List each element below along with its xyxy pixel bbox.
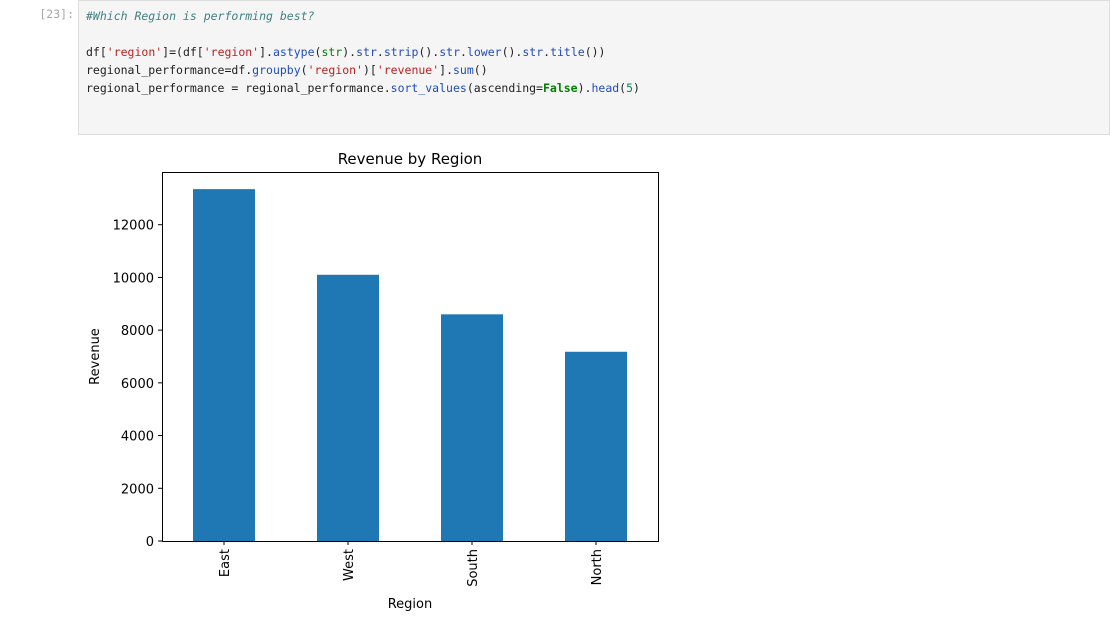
y-tick-label: 12000: [113, 219, 154, 234]
x-tick-label: North: [590, 549, 605, 585]
code-token: str: [522, 45, 544, 59]
code-token: ].: [259, 45, 273, 59]
bar-north: [565, 351, 627, 541]
code-token: (): [473, 63, 488, 77]
code-token: df[: [86, 45, 107, 59]
code-token: str: [321, 45, 343, 59]
code-token: False: [542, 81, 578, 95]
code-token: 'region': [203, 45, 260, 59]
code-token: .: [376, 45, 384, 59]
code-token: str: [356, 45, 377, 59]
code-token: (ascending=: [466, 81, 543, 95]
code-token: sum: [453, 63, 474, 77]
cell-output: Revenue by Region 0 2000 4000 6000 8000 10000…: [78, 140, 1110, 627]
chart-title: Revenue by Region: [338, 150, 483, 168]
code-line-2: regional_performance=df.groupby('region'…: [86, 61, 640, 79]
code-token: (: [300, 63, 308, 77]
code-token: 'region': [106, 45, 163, 59]
code-line-3: regional_performance = regional_performa…: [86, 79, 640, 97]
code-token: sort_values: [390, 81, 467, 95]
cell-execution-count: [23]:: [39, 7, 74, 21]
y-tick-label: 6000: [121, 377, 154, 392]
code-token: title: [550, 45, 585, 59]
chart-bars: [193, 189, 627, 541]
code-token: lower: [466, 45, 502, 59]
bar-east: [193, 189, 255, 541]
code-token: ): [633, 81, 640, 95]
y-tick-label: 10000: [113, 271, 154, 286]
code-comment: #Which Region is performing best?: [86, 9, 315, 23]
bar-chart: Revenue by Region 0 2000 4000 6000 8000 10000…: [88, 150, 659, 612]
code-token: ().: [418, 45, 440, 59]
y-tick-label: 8000: [121, 324, 154, 339]
code-token: ).: [577, 81, 592, 95]
code-token: )[: [362, 63, 377, 77]
y-tick-label: 4000: [121, 430, 154, 445]
x-tick-label: South: [466, 549, 481, 587]
y-tick-label: 2000: [121, 482, 154, 497]
code-line-comment: #Which Region is performing best?: [86, 7, 640, 25]
x-axis: East West South North: [218, 541, 605, 587]
code-cell-input[interactable]: #Which Region is performing best? df['re…: [78, 0, 1110, 135]
code-line-1: df['region']=(df['region'].astype(str).s…: [86, 43, 640, 61]
y-tick-label: 0: [146, 535, 154, 550]
code-token: ()): [584, 45, 606, 59]
y-axis-label: Revenue: [88, 328, 103, 385]
code-editor[interactable]: #Which Region is performing best? df['re…: [86, 7, 640, 97]
code-token: strip: [383, 45, 419, 59]
bar-west: [317, 274, 379, 541]
code-token: str: [439, 45, 460, 59]
code-token: regional_performance=df.: [86, 63, 253, 77]
code-token: 'revenue': [376, 63, 440, 77]
code-token: astype: [272, 45, 315, 59]
x-tick-label: East: [218, 549, 233, 577]
code-token: head: [591, 81, 620, 95]
code-token: ().: [501, 45, 523, 59]
code-token: groupby: [252, 63, 301, 77]
code-token: 'region': [307, 63, 363, 77]
code-token: ].: [439, 63, 453, 77]
x-tick-label: West: [342, 549, 357, 581]
x-axis-label: Region: [388, 597, 433, 612]
bar-south: [441, 314, 503, 541]
y-axis: 0 2000 4000 6000 8000 10000 12000: [113, 219, 162, 550]
code-token: .: [460, 45, 467, 59]
code-token: 5: [626, 81, 634, 95]
code-token: ).: [342, 45, 357, 59]
code-token: ]=(df[: [162, 45, 204, 59]
code-token: regional_performance = regional_performa…: [86, 81, 391, 95]
